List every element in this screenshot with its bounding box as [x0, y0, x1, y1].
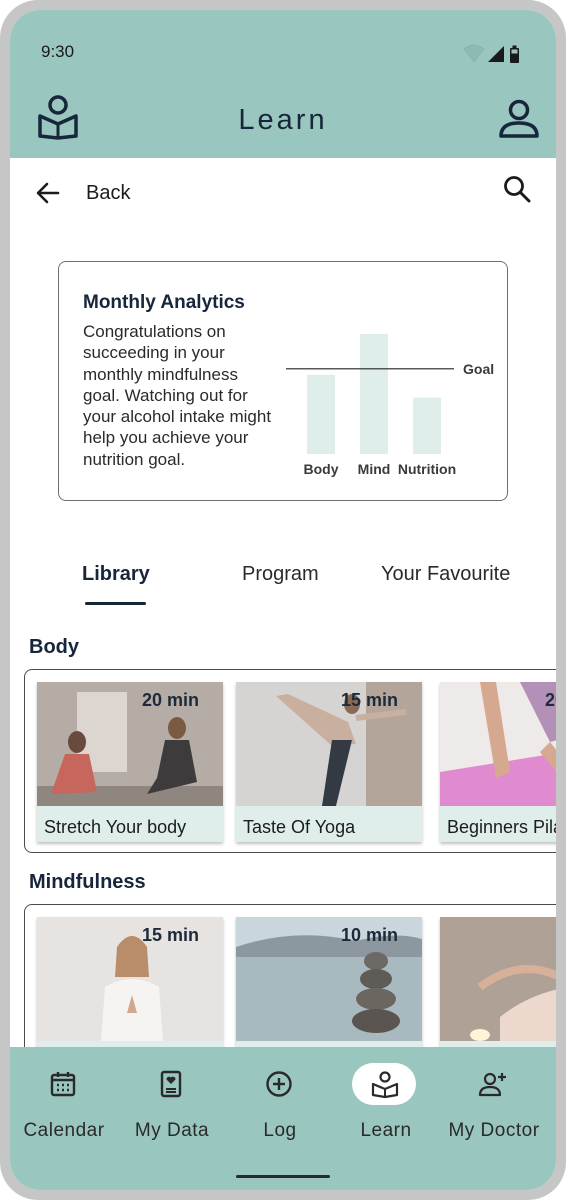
- pilates-thumbnail: [440, 682, 556, 806]
- tile-duration: 20 min: [141, 690, 199, 710]
- chart-bar-label: Body: [304, 461, 339, 477]
- top-app-bar: 9:30 Learn: [10, 10, 556, 158]
- nav-calendar[interactable]: Calendar: [10, 1047, 118, 1157]
- profile-icon[interactable]: [498, 98, 540, 140]
- tile-label: Taste Of Yoga: [243, 817, 356, 837]
- nav-label: Learn: [360, 1120, 412, 1141]
- analytics-title: Monthly Analytics: [83, 292, 245, 313]
- tab-active-indicator: [85, 602, 146, 605]
- tab-your-favourite[interactable]: Your Favourite: [381, 563, 510, 586]
- add-circle-icon: [266, 1071, 292, 1097]
- monthly-analytics-card[interactable]: Monthly Analytics Congratulations on suc…: [58, 261, 508, 501]
- tile-duration: 20 min: [544, 690, 556, 710]
- tile-duration: 15 min: [141, 925, 199, 945]
- chart-bar-mind: [360, 334, 388, 454]
- wifi-icon: [463, 44, 485, 63]
- chart-bar-body: [307, 374, 335, 454]
- tile-duration: 10 min: [340, 925, 398, 945]
- home-indicator[interactable]: [236, 1175, 330, 1178]
- video-tile[interactable]: 20 min Stretch Your body: [37, 682, 223, 842]
- tab-program[interactable]: Program: [242, 563, 319, 586]
- nav-my-doctor[interactable]: My Doctor: [440, 1047, 548, 1157]
- page-title: Learn: [238, 104, 328, 136]
- tab-library[interactable]: Library: [82, 563, 150, 586]
- device-frame: 9:30 Learn Back Monthly Analytics Congra…: [0, 0, 566, 1200]
- learn-book-icon: [371, 1071, 399, 1099]
- calendar-icon: [50, 1072, 76, 1097]
- back-label: Back: [86, 181, 131, 204]
- nav-label: Calendar: [23, 1120, 105, 1141]
- my-data-icon: [160, 1070, 182, 1098]
- lotus-pose-thumbnail: [440, 917, 556, 1041]
- tile-duration: 15 min: [340, 690, 398, 710]
- arrow-left-icon: [36, 182, 60, 204]
- section-title-body: Body: [29, 636, 79, 658]
- tile-label: Beginners Pilates: [447, 817, 556, 837]
- nav-label: My Data: [134, 1120, 210, 1141]
- status-time: 9:30: [41, 42, 75, 61]
- chart-bar-nutrition: [413, 397, 441, 454]
- chart-goal-label: Goal: [463, 361, 494, 377]
- nav-label: Log: [263, 1120, 297, 1141]
- nav-log[interactable]: Log: [226, 1047, 334, 1157]
- video-tile[interactable]: 20 min Beginners Pilates: [440, 682, 556, 842]
- search-icon[interactable]: [502, 174, 532, 204]
- chart-bar-label: Nutrition: [398, 461, 456, 477]
- body-carousel[interactable]: 20 min Stretch Your body 15 min Taste Of…: [24, 669, 556, 853]
- nav-my-data[interactable]: My Data: [118, 1047, 226, 1157]
- screen: 9:30 Learn Back Monthly Analytics Congra…: [10, 10, 556, 1190]
- signal-icon: [488, 46, 504, 62]
- analytics-message: Congratulations on succeeding in your mo…: [83, 322, 272, 469]
- section-title-mindfulness: Mindfulness: [29, 871, 146, 893]
- analytics-bar-chart: Body Mind Nutrition Goal: [286, 334, 494, 477]
- back-button[interactable]: Back: [34, 176, 154, 210]
- status-icons: [463, 44, 519, 63]
- tile-label: Stretch Your body: [44, 817, 187, 837]
- nav-label: My Doctor: [448, 1120, 540, 1141]
- video-tile[interactable]: 15 min Taste Of Yoga: [236, 682, 422, 842]
- nav-learn[interactable]: Learn: [332, 1047, 440, 1157]
- chart-bar-label: Mind: [358, 461, 391, 477]
- add-person-icon: [478, 1072, 506, 1097]
- bottom-navigation: Calendar My Data Log Learn My Doctor: [10, 1047, 556, 1190]
